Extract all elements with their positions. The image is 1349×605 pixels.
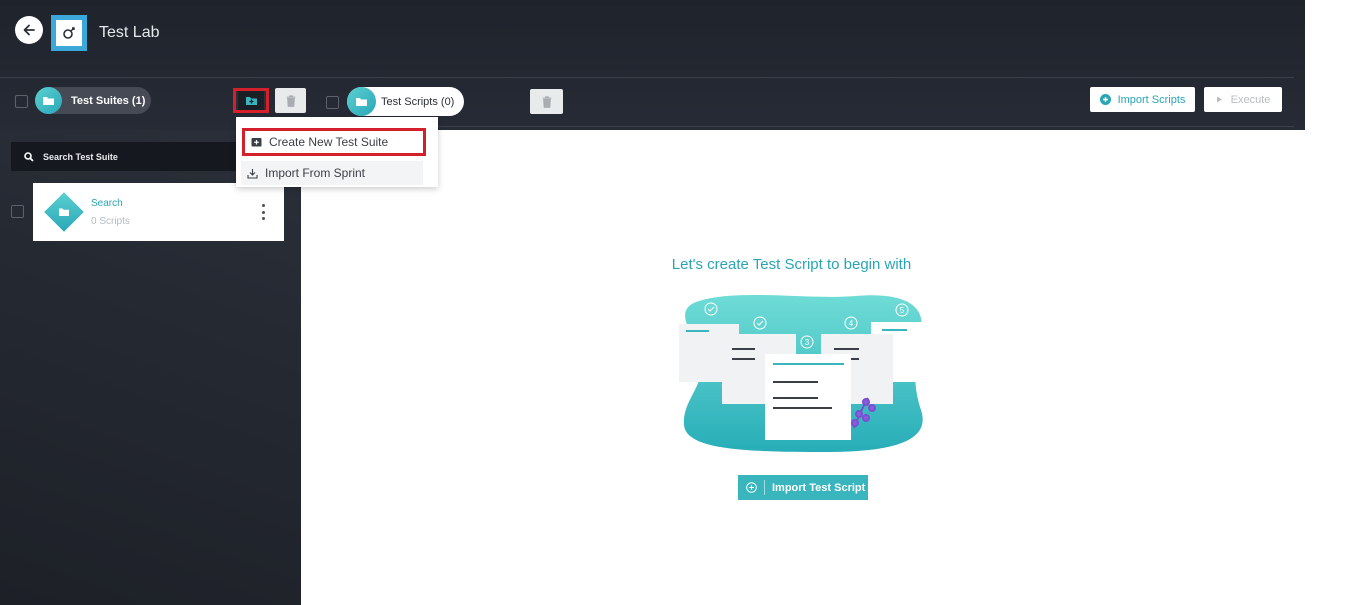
folder-icon xyxy=(347,87,376,116)
folder-plus-icon xyxy=(250,136,262,148)
create-new-test-suite-option[interactable]: Create New Test Suite xyxy=(242,128,426,156)
test-scripts-label: Test Scripts (0) xyxy=(381,95,455,108)
app-logo xyxy=(51,15,87,51)
test-scripts-pill[interactable]: Test Scripts (0) xyxy=(347,87,464,116)
test-suites-label: Test Suites (1) xyxy=(71,94,146,107)
play-icon xyxy=(1216,96,1222,103)
import-test-script-button[interactable]: Import Test Script xyxy=(738,475,868,500)
step-number-3: 3 xyxy=(805,338,810,347)
delete-suite-button[interactable] xyxy=(275,88,306,113)
header-divider xyxy=(0,77,1294,78)
import-icon xyxy=(246,167,258,179)
plus-circle-icon xyxy=(1099,94,1111,105)
add-test-suite-button[interactable] xyxy=(233,88,269,113)
test-suites-pill[interactable]: Test Suites (1) xyxy=(35,87,151,114)
import-scripts-button[interactable]: Import Scripts xyxy=(1090,87,1195,112)
search-icon xyxy=(24,151,34,162)
empty-state-illustration: 3 4 5 xyxy=(679,294,934,452)
test-lab-app: Test Lab Test Suites (1) Test Scripts (0… xyxy=(0,0,1349,605)
folder-plus-icon xyxy=(245,97,257,105)
button-separator xyxy=(764,480,765,495)
page-title: Test Lab xyxy=(99,24,160,41)
empty-state-title: Let's create Test Script to begin with xyxy=(671,256,912,273)
suite-name: Search xyxy=(91,198,123,209)
add-suite-dropdown: Create New Test Suite Import From Sprint xyxy=(236,117,438,187)
step-number-4: 4 xyxy=(849,319,854,328)
toolbar-divider xyxy=(301,126,1294,127)
search-test-suite-input[interactable] xyxy=(43,151,243,162)
execute-label: Execute xyxy=(1230,93,1271,106)
step-number-5: 5 xyxy=(900,306,905,315)
folder-icon xyxy=(35,87,62,114)
trash-icon xyxy=(542,95,551,108)
import-from-sprint-label: Import From Sprint xyxy=(265,166,366,180)
more-vertical-icon[interactable] xyxy=(260,204,266,220)
create-new-test-suite-label: Create New Test Suite xyxy=(269,135,389,149)
import-scripts-label: Import Scripts xyxy=(1117,93,1186,106)
test-lab-logo-icon xyxy=(63,27,75,39)
folder-icon xyxy=(59,208,69,216)
suite-script-count: 0 Scripts xyxy=(91,216,130,227)
trash-icon xyxy=(286,94,295,107)
select-all-scripts-checkbox[interactable] xyxy=(326,96,339,109)
back-button[interactable] xyxy=(15,16,43,44)
delete-script-button[interactable] xyxy=(530,89,563,114)
suite-checkbox[interactable] xyxy=(11,205,24,218)
import-test-script-label: Import Test Script xyxy=(772,481,866,494)
select-all-suites-checkbox[interactable] xyxy=(15,95,28,108)
execute-button[interactable]: Execute xyxy=(1204,87,1282,112)
suite-card[interactable]: Search 0 Scripts xyxy=(33,183,284,241)
import-from-sprint-option[interactable]: Import From Sprint xyxy=(241,161,423,185)
plus-circle-icon xyxy=(738,482,764,493)
arrow-left-icon xyxy=(23,24,35,36)
